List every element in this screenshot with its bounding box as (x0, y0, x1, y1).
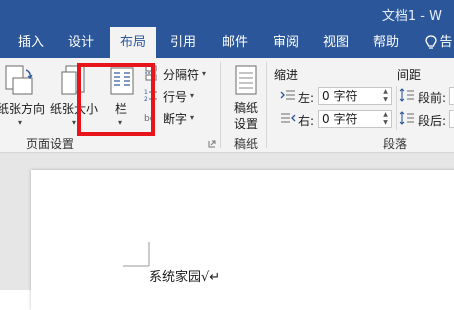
indent-right-icon (281, 113, 296, 123)
spinner-arrows-icon[interactable]: ▲ ▼ (381, 88, 390, 104)
chevron-down-icon: ▾ (202, 69, 207, 78)
draft-group-label: 稿纸 (234, 137, 259, 151)
draft-settings-label-1: 稿纸 (234, 101, 259, 115)
document-page[interactable]: 系统家园√↵ (31, 170, 454, 310)
line-numbers-label: 行号 (163, 90, 188, 104)
orientation-button[interactable]: 纸张方向 ▾ (0, 58, 48, 134)
group-separator (220, 62, 221, 148)
group-separator (266, 62, 267, 148)
hyphenation-label: 断字 (163, 112, 188, 126)
tab-references[interactable]: 引用 (160, 27, 206, 58)
spacing-after-label: 段后: (418, 114, 447, 128)
highlight-box (77, 63, 155, 136)
spinner-arrows-icon[interactable]: ▲ ▼ (381, 111, 390, 127)
draft-paper-icon (235, 65, 257, 95)
chevron-down-icon: ▾ (18, 118, 23, 127)
page-setup-group-label: 页面设置 (26, 137, 75, 151)
spacing-before-label: 段前: (418, 91, 447, 105)
breaks-label: 分隔符 (163, 68, 200, 82)
tab-insert[interactable]: 插入 (8, 27, 54, 58)
indent-right-label: 右: (298, 114, 315, 128)
tab-design[interactable]: 设计 (58, 27, 104, 58)
spacing-before-icon (399, 88, 414, 102)
orientation-label: 纸张方向 (0, 102, 46, 116)
document-area: 系统家园√↵ (0, 153, 454, 310)
spacing-after-icon (399, 111, 414, 125)
draft-settings-label-2: 设置 (234, 117, 259, 131)
indent-left-icon (280, 90, 295, 100)
title-bar: 文档1 - W (0, 0, 454, 27)
document-text[interactable]: 系统家园√↵ (149, 266, 220, 285)
lightbulb-icon (425, 34, 438, 49)
indent-right-value: 0 字符 (322, 112, 358, 126)
page-orientation-icon (5, 65, 33, 95)
tab-review[interactable]: 审阅 (263, 27, 309, 58)
ribbon-tab-bar: 插入 设计 布局 引用 邮件 审阅 视图 帮助 告 (0, 27, 454, 58)
indent-left-input[interactable]: 0 字符 ▲ ▼ (318, 87, 392, 105)
chevron-down-icon: ▾ (190, 113, 195, 122)
spacing-header: 间距 (397, 68, 422, 82)
tab-mailings[interactable]: 邮件 (212, 27, 258, 58)
window-title: 文档1 - W (381, 9, 442, 24)
spacing-before-input[interactable] (449, 87, 454, 105)
tab-tell-me[interactable]: 告 (424, 27, 454, 58)
ribbon: 纸张方向 ▾ 纸张大小 ▾ 栏 ▾ 分隔符 ▾ 1 2 行号 ▾ bc 断字 ▾… (0, 58, 454, 153)
column-separator (396, 86, 397, 130)
tab-tell-me-label: 告 (439, 35, 453, 50)
tab-layout[interactable]: 布局 (110, 27, 156, 58)
paragraph-group-label: 段落 (383, 137, 408, 151)
indent-left-value: 0 字符 (322, 89, 358, 103)
indent-left-label: 左: (298, 91, 315, 105)
spacing-after-input[interactable] (449, 110, 454, 128)
tab-help[interactable]: 帮助 (363, 27, 409, 58)
tab-view[interactable]: 视图 (313, 27, 359, 58)
draft-settings-button[interactable]: 稿纸 设置 (226, 58, 266, 134)
indent-header: 缩进 (274, 68, 299, 82)
chevron-down-icon: ▾ (72, 118, 77, 127)
dialog-launcher-icon[interactable] (208, 140, 216, 148)
chevron-down-icon: ▾ (190, 91, 195, 100)
indent-right-input[interactable]: 0 字符 ▲ ▼ (318, 110, 392, 128)
